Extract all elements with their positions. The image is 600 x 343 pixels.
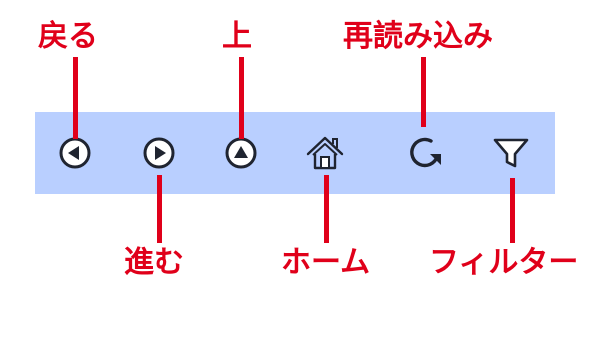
navigation-toolbar [35,112,555,194]
forward-button[interactable] [139,133,179,173]
label-up: 上 [222,19,252,54]
up-button[interactable] [221,133,261,173]
label-reload: 再読み込み [343,19,493,54]
filter-button[interactable] [491,133,531,173]
label-forward: 進む [124,245,184,280]
callout-line-back [73,57,78,139]
label-filter: フィルター [429,245,579,280]
back-button[interactable] [55,133,95,173]
label-home: ホーム [281,245,371,280]
home-button[interactable] [305,133,345,173]
filter-funnel-icon [492,134,530,172]
back-circle-arrow-icon [58,136,92,170]
label-back: 戻る [38,19,98,54]
callout-line-up [239,57,244,139]
callout-line-filter [510,178,515,243]
up-circle-arrow-icon [224,136,258,170]
callout-line-reload [421,57,426,127]
callout-line-home [324,175,329,243]
callout-line-forward [157,175,162,243]
home-icon [305,134,345,172]
reload-icon [406,134,444,172]
reload-button[interactable] [405,133,445,173]
forward-circle-arrow-icon [142,136,176,170]
